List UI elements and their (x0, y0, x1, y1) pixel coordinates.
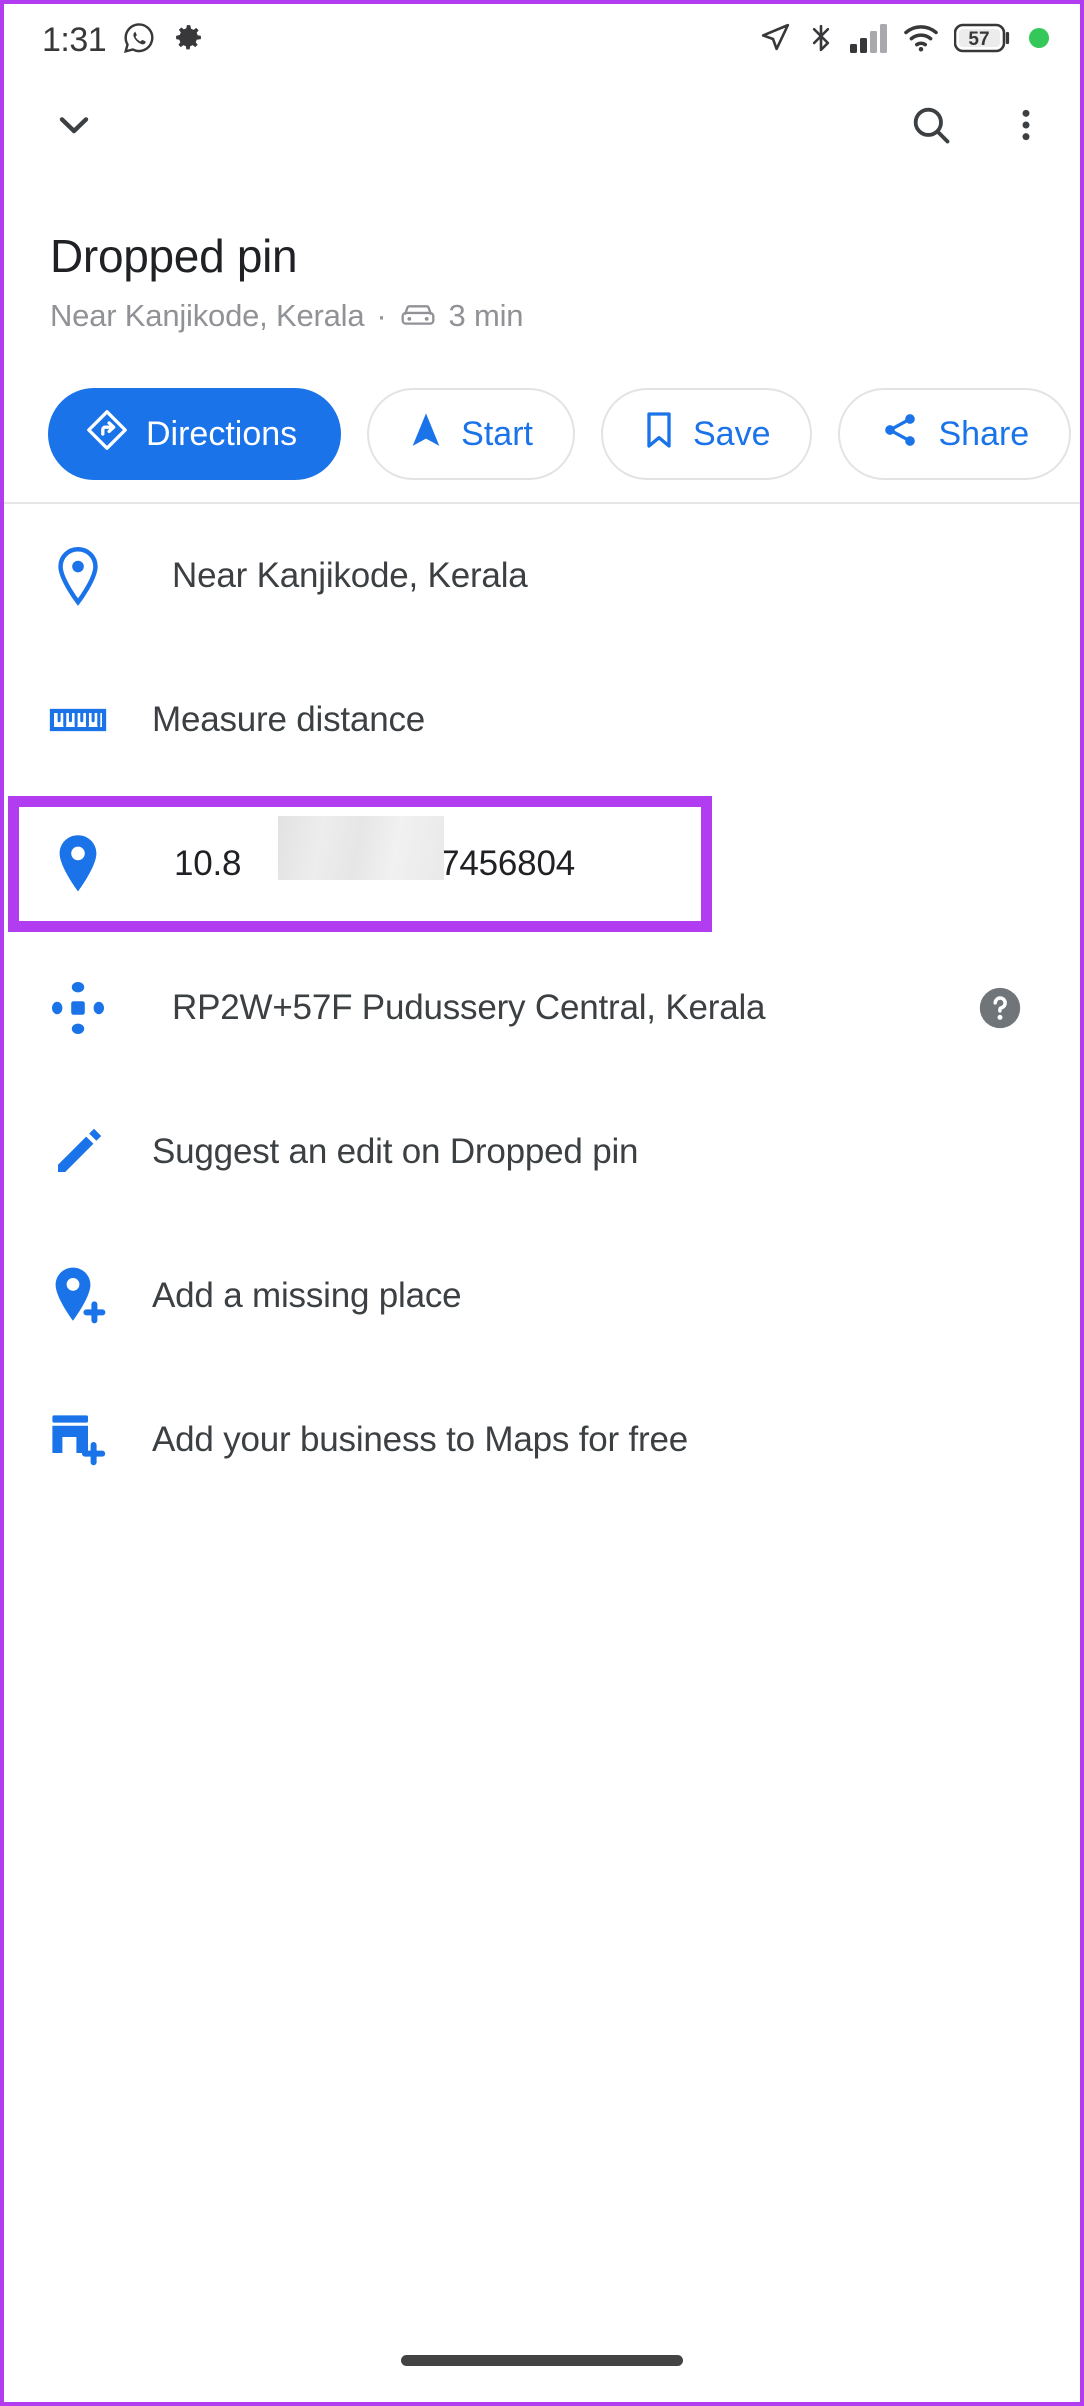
location-pin-outline-icon (4, 545, 152, 607)
navigation-arrow-icon (409, 410, 443, 459)
gesture-nav-bar[interactable] (401, 2355, 683, 2366)
drive-time: 3 min (448, 298, 524, 334)
list-item-measure-distance[interactable]: Measure distance (4, 648, 1080, 792)
plus-code-help-button[interactable] (978, 986, 1022, 1030)
list-item-label: Suggest an edit on Dropped pin (152, 1132, 639, 1171)
location-pin-filled-icon (4, 832, 152, 896)
search-button[interactable] (908, 102, 954, 153)
list-item-plus-code[interactable]: RP2W+57F Pudussery Central, Kerala (4, 936, 1080, 1080)
more-vert-icon (1022, 109, 1030, 140)
add-business-icon (4, 1411, 152, 1469)
coordinates-latitude-prefix: 10.8 (174, 844, 242, 883)
directions-button[interactable]: Directions (48, 388, 342, 480)
start-button[interactable]: Start (367, 388, 575, 480)
whatsapp-icon (122, 21, 156, 60)
action-button-row: Directions Start Save Share (4, 382, 1080, 486)
collapse-sheet-button[interactable] (50, 101, 98, 154)
detail-list: Near Kanjikode, Kerala Measure distance (4, 504, 1080, 1512)
battery-icon: 57 (953, 22, 1014, 59)
app-bar (4, 82, 1080, 172)
plus-code-icon (4, 980, 152, 1036)
place-subtitle: Near Kanjikode, Kerala · 3 min (50, 298, 1050, 334)
list-item-label: Near Kanjikode, Kerala (172, 556, 528, 595)
share-icon (880, 410, 920, 459)
list-item-coordinates[interactable]: 10.8 6.7456804 (4, 792, 1080, 936)
chevron-down-icon (59, 116, 89, 133)
subtitle-separator: · (376, 298, 387, 334)
title-block: Dropped pin Near Kanjikode, Kerala · 3 m… (50, 232, 1050, 334)
share-button[interactable]: Share (838, 388, 1072, 480)
add-location-icon (4, 1264, 152, 1328)
search-icon (913, 107, 950, 143)
recording-dot-icon (1028, 27, 1050, 54)
list-item-label: RP2W+57F Pudussery Central, Kerala (172, 988, 766, 1027)
status-bar-left: 1:31 (42, 21, 205, 60)
overflow-menu-button[interactable] (1006, 102, 1046, 153)
list-item-label: Add your business to Maps for free (152, 1420, 688, 1459)
gear-icon (172, 21, 205, 59)
list-item-label: Add a missing place (152, 1276, 462, 1315)
directions-label: Directions (146, 414, 298, 453)
location-arrow-icon (759, 21, 792, 59)
start-label: Start (461, 414, 533, 453)
wifi-icon (902, 23, 940, 58)
status-bar-right: 57 (759, 21, 1050, 60)
ruler-icon (4, 703, 152, 737)
page-title: Dropped pin (50, 230, 298, 282)
list-item-add-business[interactable]: Add your business to Maps for free (4, 1368, 1080, 1512)
coordinates-text: 10.8 6.7456804 (174, 816, 575, 884)
list-item-address[interactable]: Near Kanjikode, Kerala (4, 504, 1080, 648)
save-label: Save (692, 414, 771, 453)
list-item-label: Measure distance (152, 700, 426, 739)
coordinates-row-wrapper: 10.8 6.7456804 (4, 792, 1080, 936)
pencil-icon (4, 1126, 152, 1178)
signal-bars-icon (850, 23, 888, 58)
bookmark-icon (643, 410, 675, 459)
list-item-add-missing-place[interactable]: Add a missing place (4, 1224, 1080, 1368)
bluetooth-icon (806, 21, 836, 60)
coordinates-redaction (278, 816, 444, 880)
directions-icon (86, 409, 128, 460)
list-item-suggest-edit[interactable]: Suggest an edit on Dropped pin (4, 1080, 1080, 1224)
status-time: 1:31 (42, 20, 107, 59)
save-button[interactable]: Save (600, 388, 813, 480)
car-icon (399, 303, 437, 329)
status-bar: 1:31 57 (4, 4, 1080, 76)
subtitle-location: Near Kanjikode, Kerala (50, 298, 365, 334)
battery-level-text: 57 (968, 29, 989, 50)
share-label: Share (938, 414, 1030, 453)
phone-screen: 1:31 57 Dropped pin Near Kanjikode, Kera… (0, 0, 1084, 2406)
help-circle-icon (979, 987, 1021, 1029)
app-bar-actions (908, 102, 1046, 153)
